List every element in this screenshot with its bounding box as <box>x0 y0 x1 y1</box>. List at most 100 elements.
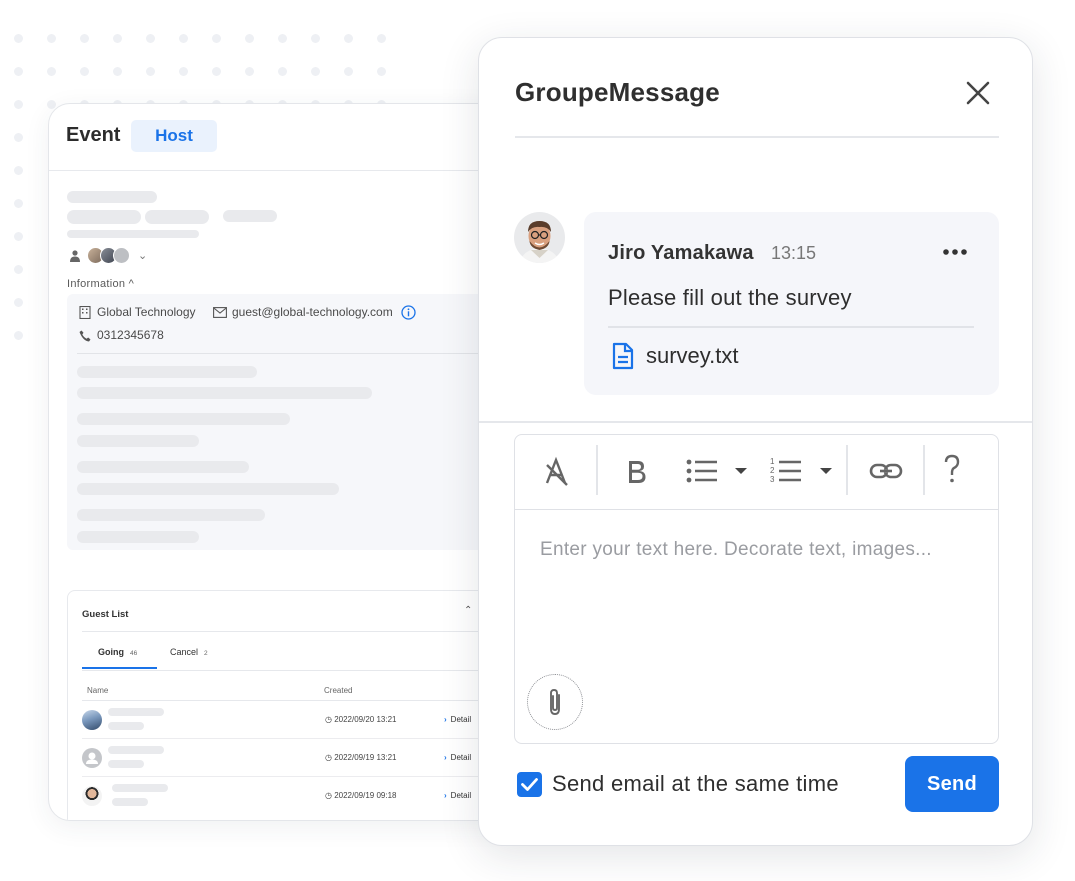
decorative-dot <box>344 34 353 43</box>
sender-avatar <box>514 212 565 263</box>
column-header-name: Name <box>87 686 109 695</box>
event-title: Event <box>66 124 121 146</box>
tab-count: 46 <box>130 650 138 657</box>
numbered-list-icon[interactable]: 123 <box>770 453 836 489</box>
checkmark-icon <box>521 778 538 791</box>
decorative-dot <box>377 67 386 76</box>
skeleton-line <box>67 191 157 203</box>
chevron-down-icon[interactable]: ⌄ <box>138 249 147 262</box>
send-email-checkbox[interactable] <box>517 772 542 797</box>
table-row[interactable]: ◷ 2022/09/20 13:21 › Detail <box>82 701 527 739</box>
sender-name: Jiro Yamakawa <box>608 242 754 264</box>
divider <box>82 631 527 632</box>
tab-label: Cancel <box>170 647 199 657</box>
detail-link[interactable]: › Detail <box>444 753 471 762</box>
decorative-dot <box>179 67 188 76</box>
person-icon <box>70 250 80 262</box>
decorative-dot <box>47 67 56 76</box>
column-header-created: Created <box>324 686 353 695</box>
info-icon[interactable] <box>401 305 416 320</box>
skeleton-line <box>77 483 339 495</box>
active-tab-indicator <box>82 667 157 669</box>
decorative-dot <box>245 34 254 43</box>
chevron-up-icon[interactable]: ⌃ <box>464 605 472 616</box>
svg-text:1: 1 <box>770 457 775 466</box>
paperclip-icon <box>550 689 560 715</box>
detail-link[interactable]: › Detail <box>444 715 471 724</box>
decorative-dot <box>14 199 23 208</box>
toolbar-divider <box>923 445 925 495</box>
mail-icon <box>213 307 227 318</box>
decorative-dot <box>47 34 56 43</box>
help-icon[interactable] <box>940 453 964 489</box>
company-name: Global Technology <box>97 305 196 319</box>
decorative-dot <box>146 67 155 76</box>
clear-format-icon[interactable] <box>542 453 572 489</box>
decorative-dot <box>14 67 23 76</box>
skeleton-line <box>112 784 168 792</box>
divider <box>82 670 527 671</box>
decorative-dot <box>245 67 254 76</box>
clock-icon: ◷ <box>325 791 335 800</box>
skeleton-line <box>67 210 141 224</box>
skeleton-line <box>108 760 144 768</box>
svg-text:2: 2 <box>770 466 775 475</box>
tab-host[interactable]: Host <box>131 120 217 152</box>
decorative-dot <box>311 34 320 43</box>
decorative-dot <box>14 166 23 175</box>
decorative-dot <box>278 67 287 76</box>
send-button[interactable]: Send <box>905 756 999 812</box>
more-options-icon[interactable] <box>940 242 970 262</box>
event-header: Event Host <box>49 104 527 171</box>
decorative-dot <box>14 331 23 340</box>
skeleton-line <box>108 746 164 754</box>
skeleton-line <box>108 722 144 730</box>
detail-link[interactable]: › Detail <box>444 791 471 800</box>
divider <box>608 326 974 328</box>
detail-label: Detail <box>450 715 472 724</box>
avatar <box>82 710 102 730</box>
screen: Event Host ⌄ Information ^ Global Techno… <box>0 0 1075 881</box>
created-value: 2022/09/20 13:21 <box>334 715 397 724</box>
created-date: ◷ 2022/09/19 09:18 <box>325 791 396 800</box>
message-editor: 123 Enter your text here. Decorate text,… <box>514 434 999 744</box>
group-message-dialog: GroupeMessage Jiro Yamakawa 13:15 Please… <box>478 37 1033 846</box>
information-box: Global Technology guest@global-technolog… <box>67 294 527 550</box>
created-value: 2022/09/19 09:18 <box>334 791 397 800</box>
avatar <box>82 786 102 806</box>
editor-input[interactable]: Enter your text here. Decorate text, ima… <box>540 539 932 561</box>
svg-text:3: 3 <box>770 475 775 484</box>
table-row[interactable]: ◷ 2022/09/19 13:21 › Detail <box>82 739 527 777</box>
bullet-list-icon[interactable] <box>685 453 751 489</box>
building-icon <box>79 306 91 319</box>
clock-icon: ◷ <box>325 753 335 762</box>
created-date: ◷ 2022/09/19 13:21 <box>325 753 396 762</box>
file-icon <box>612 342 634 370</box>
attach-button[interactable] <box>527 674 583 730</box>
skeleton-line <box>77 366 257 378</box>
skeleton-line <box>67 230 199 238</box>
decorative-dot <box>311 67 320 76</box>
attachment-name: survey.txt <box>646 343 739 368</box>
tab-cancel[interactable]: Cancel 2 <box>170 647 208 657</box>
skeleton-line <box>77 509 265 521</box>
decorative-dot <box>377 34 386 43</box>
message-time: 13:15 <box>771 243 817 263</box>
tab-count: 2 <box>204 650 208 657</box>
created-date: ◷ 2022/09/20 13:21 <box>325 715 396 724</box>
information-label[interactable]: Information ^ <box>67 278 134 290</box>
clock-icon: ◷ <box>325 715 335 724</box>
decorative-dot <box>14 133 23 142</box>
skeleton-line <box>112 798 148 806</box>
decorative-dot <box>80 67 89 76</box>
bold-icon[interactable] <box>621 453 651 489</box>
message-bubble: Jiro Yamakawa 13:15 Please fill out the … <box>584 212 999 395</box>
table-row[interactable]: ◷ 2022/09/19 09:18 › Detail <box>82 777 527 815</box>
link-icon[interactable] <box>869 453 903 489</box>
avatar <box>82 748 102 768</box>
close-icon[interactable] <box>963 78 993 108</box>
decorative-dot <box>344 67 353 76</box>
divider <box>515 136 999 138</box>
send-email-label[interactable]: Send email at the same time <box>552 771 839 797</box>
tab-going[interactable]: Going 46 <box>98 647 137 657</box>
